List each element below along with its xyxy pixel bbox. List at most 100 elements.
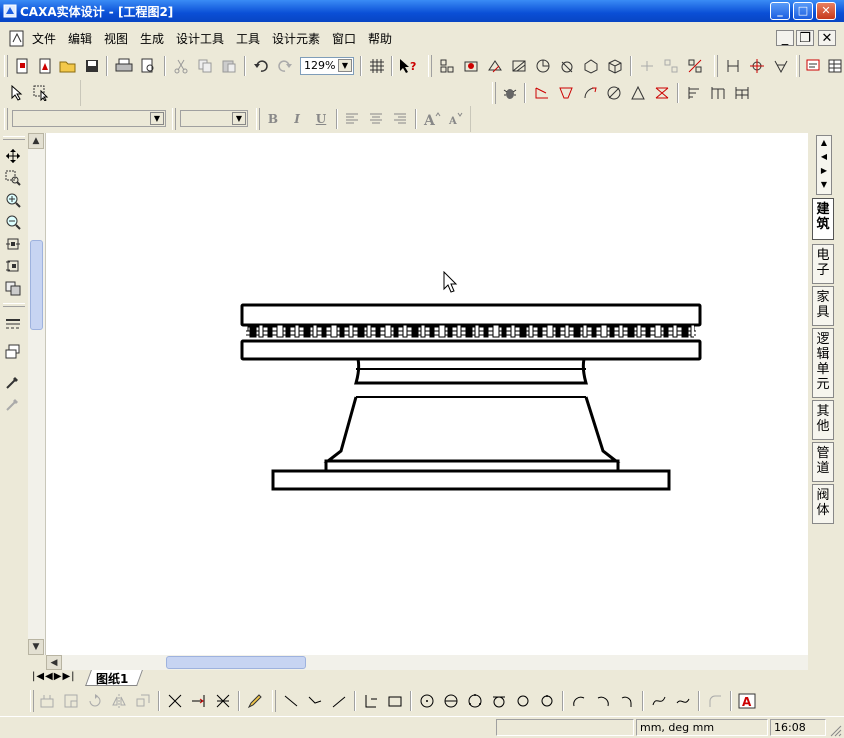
frame-icon[interactable] xyxy=(60,690,82,712)
section-view-icon[interactable] xyxy=(508,55,530,77)
print-preview-icon[interactable] xyxy=(137,55,159,77)
table-icon[interactable] xyxy=(824,55,844,77)
detail-view-icon[interactable] xyxy=(532,55,554,77)
new-drawing-icon[interactable] xyxy=(34,55,56,77)
polyline-icon[interactable] xyxy=(304,690,326,712)
bug-icon[interactable] xyxy=(499,82,521,104)
hatch-dim-icon[interactable] xyxy=(651,82,673,104)
circle-tangent-icon[interactable] xyxy=(488,690,510,712)
font-grow-icon[interactable]: A xyxy=(421,108,443,130)
scroll-left-icon[interactable]: ◀ xyxy=(46,655,62,670)
baseline-dim-icon[interactable] xyxy=(707,82,729,104)
text-icon[interactable]: A xyxy=(736,690,758,712)
grid-icon[interactable] xyxy=(366,55,388,77)
arc-dim-icon[interactable] xyxy=(579,82,601,104)
pan-icon[interactable] xyxy=(2,145,24,167)
menu-view[interactable]: 视图 xyxy=(104,30,128,47)
circle-2pt-icon[interactable] xyxy=(440,690,462,712)
aux-view-icon[interactable] xyxy=(484,55,506,77)
zoom-drawing-icon[interactable] xyxy=(2,277,24,299)
break-align-icon[interactable] xyxy=(684,55,706,77)
menu-help[interactable]: 帮助 xyxy=(368,30,392,47)
arc-tangent-icon[interactable] xyxy=(616,690,638,712)
scroll-up-icon[interactable]: ▲ xyxy=(28,133,44,149)
scroll-down-icon[interactable]: ▼ xyxy=(28,639,44,655)
tab-furniture[interactable]: 家具 xyxy=(812,286,834,326)
pencil-icon[interactable] xyxy=(244,690,266,712)
panel-nav-icon[interactable]: ▲ ◀ ▶ ▼ xyxy=(816,135,832,195)
italic-button[interactable]: I xyxy=(286,108,308,130)
layer-icon[interactable] xyxy=(2,341,24,363)
minimize-button[interactable]: _ xyxy=(770,2,790,20)
menu-design-elements[interactable]: 设计元素 xyxy=(272,30,320,47)
rotate-icon[interactable] xyxy=(84,690,106,712)
extend-icon[interactable] xyxy=(188,690,210,712)
mdi-minimize-button[interactable]: _ xyxy=(776,30,794,46)
arc-center-icon[interactable] xyxy=(592,690,614,712)
format-painter-icon[interactable] xyxy=(2,393,24,415)
circle-center-icon[interactable] xyxy=(416,690,438,712)
bold-button[interactable]: B xyxy=(262,108,284,130)
zoom-window-icon[interactable] xyxy=(2,167,24,189)
circle-tangent3-icon[interactable] xyxy=(536,690,558,712)
vertical-scrollbar[interactable]: ▲ ▼ xyxy=(28,133,46,655)
zoom-out-icon[interactable] xyxy=(2,211,24,233)
annotation-icon[interactable] xyxy=(802,55,824,77)
tab-architecture[interactable]: 建筑 xyxy=(812,198,834,240)
bezier-icon[interactable] xyxy=(672,690,694,712)
horizontal-scroll-thumb[interactable] xyxy=(166,656,306,669)
scale-icon[interactable] xyxy=(132,690,154,712)
menu-design-tools[interactable]: 设计工具 xyxy=(176,30,224,47)
copy-icon[interactable] xyxy=(194,55,216,77)
circle-tangent2-icon[interactable] xyxy=(512,690,534,712)
font-size-combo[interactable]: ▼ xyxy=(180,110,248,127)
paste-icon[interactable] xyxy=(218,55,240,77)
select-window-icon[interactable] xyxy=(30,82,52,104)
dimension-icon[interactable] xyxy=(722,55,744,77)
align-view-icon[interactable] xyxy=(636,55,658,77)
rectangle-icon[interactable] xyxy=(384,690,406,712)
angle-dim-icon[interactable] xyxy=(531,82,553,104)
save-icon[interactable] xyxy=(81,55,103,77)
redo-icon[interactable] xyxy=(274,55,296,77)
undo-icon[interactable] xyxy=(250,55,272,77)
spline-icon[interactable] xyxy=(648,690,670,712)
align-center-icon[interactable] xyxy=(365,108,387,130)
font-name-combo[interactable]: ▼ xyxy=(12,110,166,127)
sheet-tab-label[interactable]: 图纸1 xyxy=(96,670,128,687)
broken-view-icon[interactable] xyxy=(556,55,578,77)
line-style-icon[interactable] xyxy=(2,313,24,335)
close-button[interactable]: ✕ xyxy=(816,2,836,20)
align-right-icon[interactable] xyxy=(389,108,411,130)
menu-file[interactable]: 文件 xyxy=(32,30,56,47)
chevron-down-icon[interactable]: ▼ xyxy=(232,112,246,125)
arrange-views-icon[interactable] xyxy=(660,55,682,77)
block-icon[interactable] xyxy=(36,690,58,712)
cut-icon[interactable] xyxy=(170,55,192,77)
eyedropper-icon[interactable] xyxy=(2,371,24,393)
print-icon[interactable] xyxy=(113,55,135,77)
chevron-down-icon[interactable]: ▼ xyxy=(150,112,164,125)
open-folder-icon[interactable] xyxy=(57,55,79,77)
help-pointer-icon[interactable]: ? xyxy=(397,55,419,77)
mdi-restore-button[interactable]: ❐ xyxy=(796,30,814,46)
fillet-icon[interactable] xyxy=(704,690,726,712)
center-mark-icon[interactable] xyxy=(746,55,768,77)
zoom-in-icon[interactable] xyxy=(2,189,24,211)
standard-view-icon[interactable] xyxy=(436,55,458,77)
tab-pipes[interactable]: 管道 xyxy=(812,442,834,482)
select-pointer-icon[interactable] xyxy=(6,82,28,104)
menu-tools[interactable]: 工具 xyxy=(236,30,260,47)
underline-button[interactable]: U xyxy=(310,108,332,130)
tab-valve-body[interactable]: 阀体 xyxy=(812,484,834,524)
align-left-icon[interactable] xyxy=(341,108,363,130)
resize-grip-icon[interactable] xyxy=(828,723,842,737)
3d-view-icon[interactable] xyxy=(604,55,626,77)
angle-line-icon[interactable] xyxy=(328,690,350,712)
arc-3pt-icon[interactable] xyxy=(568,690,590,712)
horizontal-scrollbar[interactable]: ◀ xyxy=(46,655,808,670)
font-shrink-icon[interactable]: A xyxy=(445,108,467,130)
drawing-canvas[interactable] xyxy=(46,133,808,655)
vertical-scroll-thumb[interactable] xyxy=(30,240,43,330)
circle-3pt-icon[interactable] xyxy=(464,690,486,712)
